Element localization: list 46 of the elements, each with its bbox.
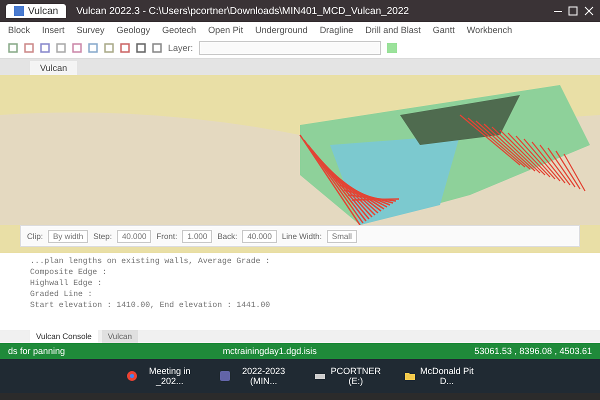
taskbar-item[interactable]: PCORTNER (E:): [308, 365, 388, 387]
menu-item[interactable]: Geology: [116, 25, 150, 35]
console-tab[interactable]: Vulcan: [102, 330, 138, 343]
menu-item[interactable]: Block: [8, 25, 30, 35]
field-label: Back:: [217, 232, 238, 240]
field-label: Clip:: [27, 232, 44, 240]
field-label: Step:: [93, 232, 112, 240]
taskbar-item[interactable]: McDonald Pit D...: [398, 365, 480, 387]
console-line: Composite Edge :: [30, 268, 108, 277]
teams-icon: [219, 370, 232, 382]
clip-dropdown[interactable]: By width: [48, 230, 88, 242]
menu-item[interactable]: Underground: [255, 25, 308, 35]
layer-field[interactable]: [199, 41, 382, 55]
field-label: Line Width:: [282, 232, 322, 240]
window-title: Vulcan 2022.3 - C:\Users\pcortner\Downloads\MIN401_MCD_Vulcan_2022: [76, 6, 409, 16]
back-field[interactable]: 40.000: [242, 230, 277, 242]
console-tab[interactable]: Vulcan Console: [30, 330, 98, 343]
menu-item[interactable]: Drill and Blast: [365, 25, 421, 35]
menu-item[interactable]: Survey: [76, 25, 105, 35]
app-icon: [14, 6, 24, 16]
line-width-dropdown[interactable]: Small: [326, 230, 357, 242]
step-field[interactable]: 40.000: [116, 230, 152, 242]
status-message: ds for panning: [8, 346, 66, 356]
menu-item[interactable]: Dragline: [320, 25, 354, 35]
colour-swatch-icon[interactable]: [387, 43, 398, 53]
cursor-coordinates: 53061.53 , 8396.08 , 4503.61: [474, 346, 592, 356]
front-field[interactable]: 1.000: [182, 230, 212, 242]
menu-item[interactable]: Workbench: [466, 25, 512, 35]
folder-icon: [404, 370, 416, 382]
field-label: Front:: [156, 232, 178, 240]
menu-item[interactable]: Geotech: [162, 25, 196, 35]
taskbar-item[interactable]: Meeting in _202...: [120, 365, 204, 387]
taskbar-item[interactable]: 2022-2023 (MIN...: [213, 365, 298, 387]
console-line: ...plan lengths on existing walls, Average Grade :: [30, 257, 272, 266]
layer-label: Layer:: [168, 43, 194, 53]
browser-icon: [126, 370, 138, 382]
console-line: Highwall Edge :: [30, 279, 104, 288]
console-line: Start elevation : 1410.00, End elevation : 1441.00: [30, 301, 272, 310]
window-controls-icon[interactable]: [554, 6, 594, 16]
window-tab[interactable]: Vulcan: [6, 4, 66, 18]
menu-item[interactable]: Gantt: [432, 25, 455, 35]
document-tab[interactable]: Vulcan: [30, 61, 78, 75]
menu-item[interactable]: Open Pit: [208, 25, 244, 35]
menu-item[interactable]: Insert: [42, 25, 65, 35]
console-line: Graded Line :: [30, 290, 94, 299]
file-name: mctrainingday1.dgd.isis: [222, 346, 317, 356]
